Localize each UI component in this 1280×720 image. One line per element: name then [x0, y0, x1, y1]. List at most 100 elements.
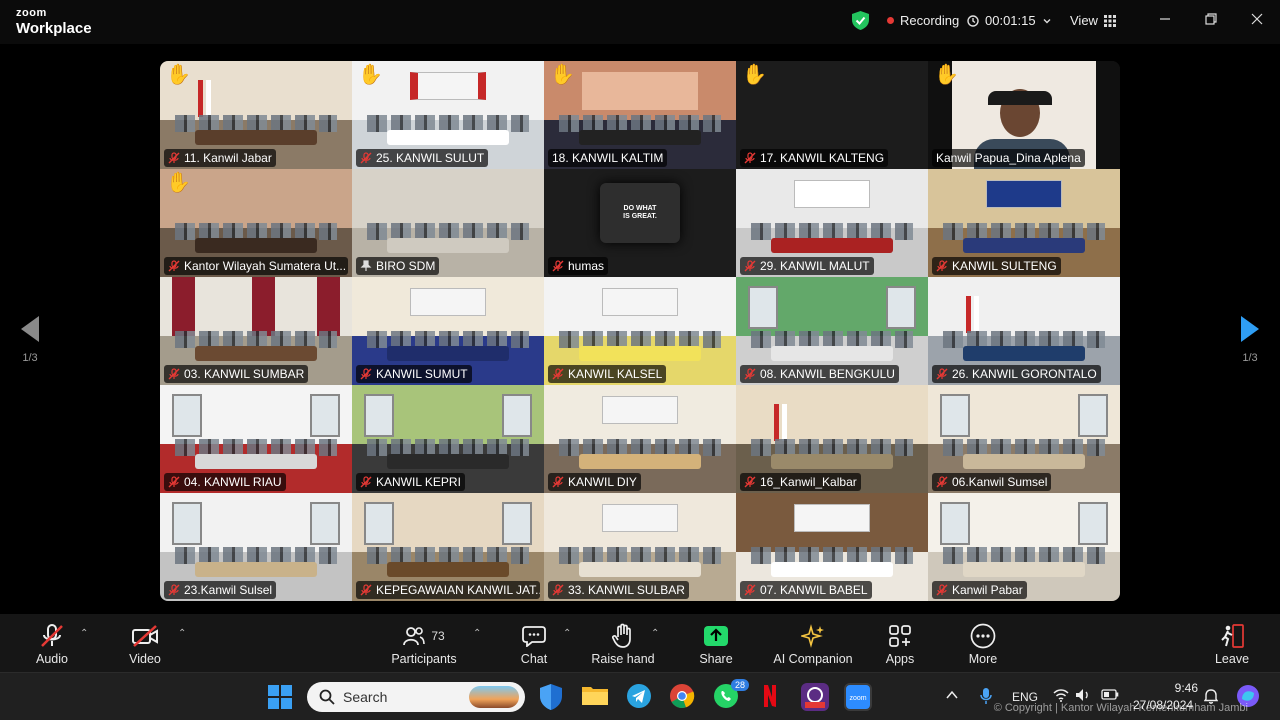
battery-icon[interactable] — [1101, 689, 1119, 703]
security-shield-app-icon[interactable] — [538, 683, 566, 711]
participant-name-label: 25. KANWIL SULUT — [356, 149, 489, 167]
participants-button[interactable]: 73 Participants — [390, 622, 458, 666]
windows-taskbar: Search 28 zoom ENG 9:46 27/08/2024 © Cop… — [0, 672, 1280, 720]
participant-tile[interactable]: KANWIL SUMUT — [352, 277, 544, 385]
participant-name-label: 08. KANWIL BENGKULU — [740, 365, 899, 383]
participant-tile[interactable]: ✋ 17. KANWIL KALTENG — [736, 61, 928, 169]
view-button[interactable]: View — [1070, 13, 1116, 28]
sparkle-icon — [801, 624, 824, 648]
video-gallery: ✋ 11. Kanwil Jabar ✋ 25. KANWIL SULUT ✋ 18. K… — [160, 61, 1120, 601]
video-options-chevron-icon[interactable]: ⌃ — [178, 628, 186, 639]
taskbar-search-box[interactable]: Search — [307, 682, 525, 712]
leave-label: Leave — [1214, 652, 1250, 666]
participant-tile[interactable]: 33. KANWIL SULBAR — [544, 493, 736, 601]
participant-tile[interactable]: ✋ Kantor Wilayah Sumatera Ut... — [160, 169, 352, 277]
participant-tile[interactable]: 16_Kanwil_Kalbar — [736, 385, 928, 493]
participant-tile[interactable]: ✋ 25. KANWIL SULUT — [352, 61, 544, 169]
meeting-controls: Audio ⌃ Video ⌃ 73 Participants ⌃ Chat ⌃… — [0, 614, 1280, 672]
meeting-timer[interactable]: 00:01:15 — [967, 13, 1052, 28]
mic-muted-icon — [936, 476, 948, 488]
chrome-icon[interactable] — [669, 683, 697, 711]
participant-name: 16_Kanwil_Kalbar — [760, 475, 857, 489]
ai-companion-label: AI Companion — [773, 652, 853, 666]
participant-tile[interactable]: KANWIL DIY — [544, 385, 736, 493]
search-placeholder: Search — [343, 689, 388, 705]
raise-hand-button[interactable]: Raise hand — [590, 622, 656, 666]
participant-tile[interactable]: ✋ 11. Kanwil Jabar — [160, 61, 352, 169]
participant-name: Kantor Wilayah Sumatera Ut... — [184, 259, 347, 273]
participant-tile[interactable]: 04. KANWIL RIAU — [160, 385, 352, 493]
chat-options-chevron-icon[interactable]: ⌃ — [563, 628, 571, 639]
zoom-app-icon[interactable]: zoom — [844, 683, 872, 711]
audio-options-chevron-icon[interactable]: ⌃ — [80, 628, 88, 639]
svg-text:zoom: zoom — [849, 695, 866, 702]
more-button[interactable]: More — [963, 622, 1003, 666]
participant-tile[interactable]: 07. KANWIL BABEL — [736, 493, 928, 601]
leave-icon — [1221, 624, 1244, 648]
arrow-right-icon — [1241, 316, 1259, 342]
previous-page-button[interactable]: 1/3 — [10, 316, 50, 364]
restore-button[interactable] — [1199, 10, 1223, 32]
participant-tile[interactable]: DO WHAT IS GREAT. humas — [544, 169, 736, 277]
participant-tile[interactable]: 29. KANWIL MALUT — [736, 169, 928, 277]
recording-indicator[interactable]: Recording — [887, 13, 959, 28]
netflix-icon[interactable] — [757, 683, 785, 711]
copyright-watermark: © Copyright | Kantor Wilayah Kemenkumham… — [993, 702, 1248, 714]
minimize-button[interactable] — [1153, 10, 1177, 32]
participant-tile[interactable]: Kanwil Pabar — [928, 493, 1120, 601]
participant-tile[interactable]: KANWIL SULTENG — [928, 169, 1120, 277]
chevron-down-icon — [1043, 18, 1051, 23]
participant-tile[interactable]: 23.Kanwil Sulsel — [160, 493, 352, 601]
participant-name-label: 06.Kanwil Sumsel — [932, 473, 1052, 491]
participant-tile[interactable]: BIRO SDM — [352, 169, 544, 277]
video-button[interactable]: Video — [123, 622, 167, 666]
camera-off-icon — [132, 625, 158, 647]
raised-hand-icon: ✋ — [934, 64, 959, 86]
participant-tile[interactable]: 03. KANWIL SUMBAR — [160, 277, 352, 385]
participant-tile[interactable]: KANWIL KALSEL — [544, 277, 736, 385]
participant-name: 33. KANWIL SULBAR — [568, 583, 685, 597]
participant-tile[interactable]: 26. KANWIL GORONTALO — [928, 277, 1120, 385]
ai-companion-button[interactable]: AI Companion — [770, 622, 856, 666]
show-hidden-icons-chevron-icon[interactable] — [946, 689, 958, 703]
participant-name: 03. KANWIL SUMBAR — [184, 367, 305, 381]
windows-start-icon[interactable] — [268, 685, 292, 714]
mic-muted-icon — [744, 476, 756, 488]
participant-name: KANWIL SULTENG — [952, 259, 1057, 273]
participant-tile[interactable]: ✋ Kanwil Papua_Dina Aplena — [928, 61, 1120, 169]
participant-name-label: Kanwil Papua_Dina Aplena — [932, 149, 1085, 167]
pdf-app-icon[interactable] — [801, 683, 829, 711]
encryption-shield-icon[interactable] — [852, 11, 869, 30]
participant-tile[interactable]: 08. KANWIL BENGKULU — [736, 277, 928, 385]
chat-button[interactable]: Chat — [514, 622, 554, 666]
close-button[interactable] — [1245, 10, 1269, 32]
next-page-button[interactable]: 1/3 — [1230, 316, 1270, 364]
participant-name: 04. KANWIL RIAU — [184, 475, 282, 489]
mic-muted-icon — [552, 260, 564, 272]
participant-name-label: 23.Kanwil Sulsel — [164, 581, 277, 599]
participant-tile[interactable]: ✋ 18. KANWIL KALTIM — [544, 61, 736, 169]
participant-tile[interactable]: 06.Kanwil Sumsel — [928, 385, 1120, 493]
share-button[interactable]: Share — [696, 622, 736, 666]
microphone-tray-icon[interactable] — [980, 687, 992, 708]
whatsapp-icon[interactable]: 28 — [713, 679, 749, 711]
clock-time[interactable]: 9:46 — [1166, 681, 1198, 695]
participant-name-label: 17. KANWIL KALTENG — [740, 149, 889, 167]
participant-name-label: 11. Kanwil Jabar — [164, 149, 276, 167]
audio-button[interactable]: Audio — [30, 622, 74, 666]
mic-muted-icon — [744, 584, 756, 596]
file-explorer-icon[interactable] — [581, 683, 609, 711]
participants-options-chevron-icon[interactable]: ⌃ — [473, 628, 481, 639]
more-label: More — [968, 652, 998, 666]
apps-button[interactable]: Apps — [880, 622, 920, 666]
participant-tile[interactable]: KANWIL KEPRI — [352, 385, 544, 493]
raised-hand-icon: ✋ — [550, 64, 575, 86]
reactions-options-chevron-icon[interactable]: ⌃ — [651, 628, 659, 639]
leave-button[interactable]: Leave — [1212, 622, 1252, 666]
telegram-icon[interactable] — [626, 683, 654, 711]
participant-tile[interactable]: KEPEGAWAIAN KANWIL JAT... — [352, 493, 544, 601]
raise-hand-label: Raise hand — [591, 652, 655, 666]
audio-label: Audio — [36, 652, 68, 666]
participant-name: 08. KANWIL BENGKULU — [760, 367, 895, 381]
mic-muted-icon — [936, 368, 948, 380]
